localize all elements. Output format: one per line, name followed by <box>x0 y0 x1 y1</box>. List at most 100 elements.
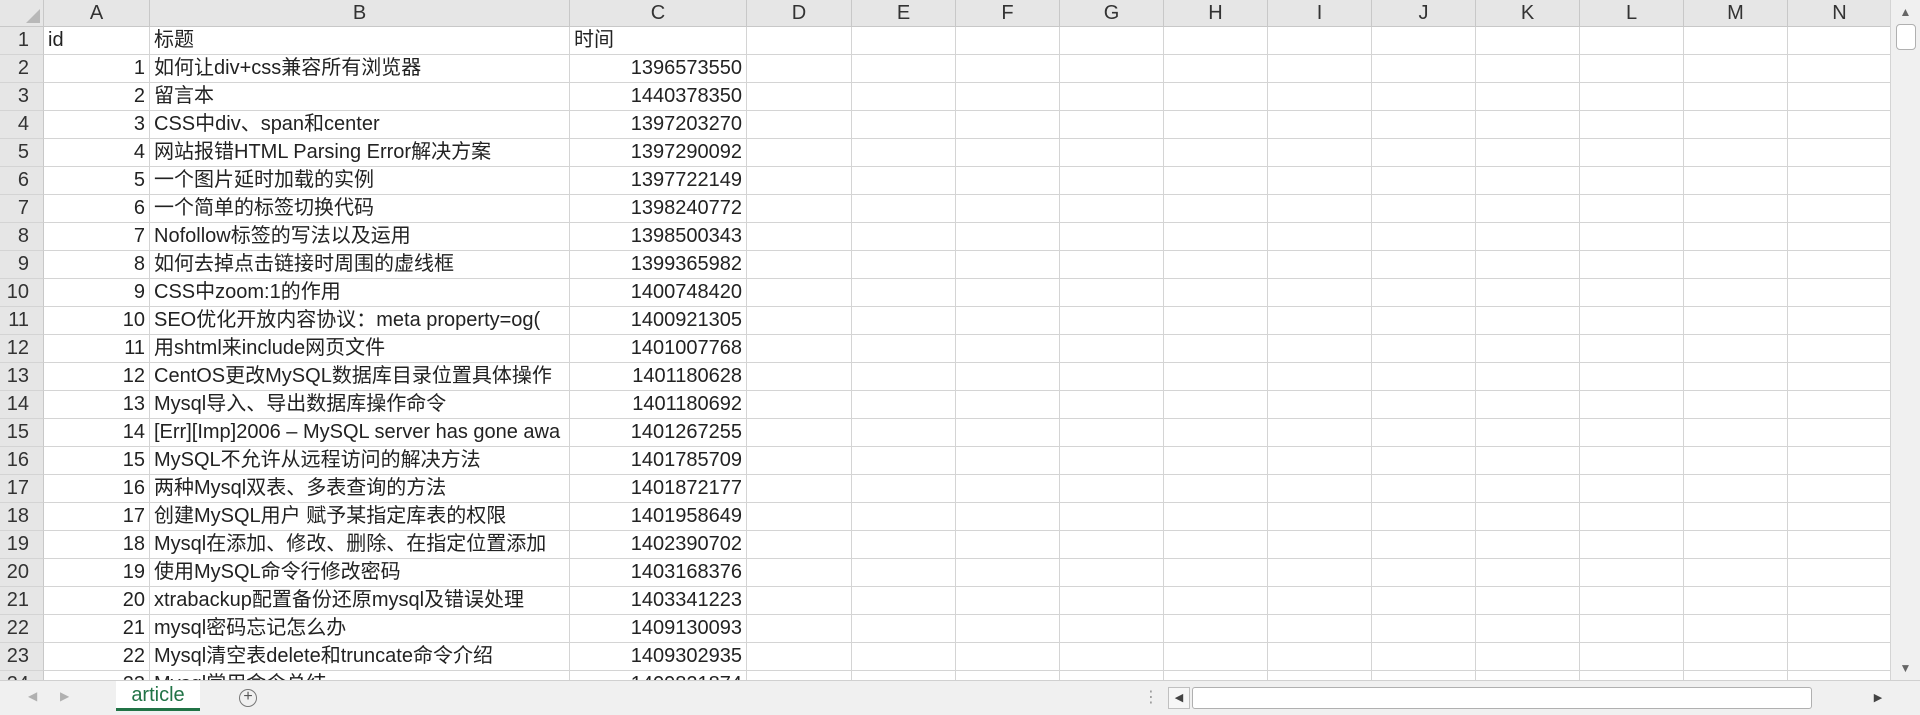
row-header[interactable]: 6 <box>0 167 44 195</box>
cell[interactable] <box>956 643 1060 671</box>
cell[interactable] <box>1060 587 1164 615</box>
cell[interactable] <box>1684 223 1788 251</box>
cell[interactable] <box>1060 83 1164 111</box>
cell-title[interactable]: 两种Mysql双表、多表查询的方法 <box>150 475 570 503</box>
cell[interactable] <box>1580 83 1684 111</box>
cell[interactable] <box>956 27 1060 55</box>
cell-title[interactable]: 留言本 <box>150 83 570 111</box>
cell[interactable] <box>1372 139 1476 167</box>
row-header[interactable]: 11 <box>0 307 44 335</box>
cell[interactable] <box>1372 447 1476 475</box>
cell-title[interactable]: mysql密码忘记怎么办 <box>150 615 570 643</box>
cell-time[interactable]: 1397722149 <box>570 167 747 195</box>
cell-title[interactable]: Mysql导入、导出数据库操作命令 <box>150 391 570 419</box>
cell[interactable] <box>1788 251 1890 279</box>
cell-time[interactable]: 1409130093 <box>570 615 747 643</box>
cell-time[interactable]: 1402390702 <box>570 531 747 559</box>
cell[interactable] <box>1372 111 1476 139</box>
cell[interactable] <box>852 335 956 363</box>
cell[interactable] <box>747 363 852 391</box>
cell[interactable] <box>1372 671 1476 680</box>
cell[interactable] <box>852 531 956 559</box>
cell-title[interactable]: Mysql清空表delete和truncate命令介绍 <box>150 643 570 671</box>
cell[interactable] <box>1164 83 1268 111</box>
cell-title[interactable]: MySQL不允许从远程访问的解决方法 <box>150 447 570 475</box>
cell[interactable] <box>1164 391 1268 419</box>
cell[interactable] <box>956 671 1060 680</box>
cell[interactable] <box>852 447 956 475</box>
column-header-c[interactable]: C <box>570 0 747 27</box>
row-header[interactable]: 23 <box>0 643 44 671</box>
cell[interactable] <box>1060 111 1164 139</box>
cell-id[interactable]: 20 <box>44 587 150 615</box>
cell-title[interactable]: CSS中zoom:1的作用 <box>150 279 570 307</box>
cell[interactable] <box>1268 447 1372 475</box>
cell-time[interactable]: 1409302935 <box>570 643 747 671</box>
cell[interactable] <box>1684 419 1788 447</box>
cell-id[interactable]: 16 <box>44 475 150 503</box>
cell[interactable] <box>1580 419 1684 447</box>
cell[interactable] <box>1580 503 1684 531</box>
cell[interactable] <box>1684 363 1788 391</box>
cell[interactable] <box>852 251 956 279</box>
cell-time[interactable]: 1397290092 <box>570 139 747 167</box>
cell-id[interactable]: 22 <box>44 643 150 671</box>
cell[interactable] <box>1580 671 1684 680</box>
cell-id[interactable]: 21 <box>44 615 150 643</box>
column-header-l[interactable]: L <box>1580 0 1684 27</box>
cell[interactable] <box>1476 643 1580 671</box>
cell[interactable] <box>852 503 956 531</box>
cell[interactable] <box>1580 531 1684 559</box>
cell[interactable] <box>1268 55 1372 83</box>
cell[interactable] <box>956 615 1060 643</box>
cell[interactable] <box>1372 335 1476 363</box>
cell[interactable] <box>1788 195 1890 223</box>
cell-id[interactable]: 9 <box>44 279 150 307</box>
cell-title[interactable]: Nofollow标签的写法以及运用 <box>150 223 570 251</box>
cell[interactable] <box>1684 671 1788 680</box>
cell-time[interactable]: 1396573550 <box>570 55 747 83</box>
cell[interactable] <box>747 55 852 83</box>
row-header[interactable]: 7 <box>0 195 44 223</box>
column-header-h[interactable]: H <box>1164 0 1268 27</box>
select-all-corner[interactable] <box>0 0 44 27</box>
cell[interactable] <box>1580 615 1684 643</box>
cell-id[interactable]: 5 <box>44 167 150 195</box>
cell[interactable] <box>1268 223 1372 251</box>
cell[interactable] <box>1060 27 1164 55</box>
cell[interactable] <box>956 559 1060 587</box>
cell[interactable] <box>1788 587 1890 615</box>
cell[interactable] <box>1268 111 1372 139</box>
cell[interactable] <box>852 27 956 55</box>
cell[interactable] <box>1684 167 1788 195</box>
cell[interactable] <box>1580 223 1684 251</box>
cell[interactable] <box>1476 167 1580 195</box>
cell-id[interactable]: 4 <box>44 139 150 167</box>
row-header[interactable]: 18 <box>0 503 44 531</box>
column-header-i[interactable]: I <box>1268 0 1372 27</box>
cell[interactable] <box>956 531 1060 559</box>
cell[interactable] <box>1476 251 1580 279</box>
cell-time[interactable]: 1401958649 <box>570 503 747 531</box>
cell[interactable] <box>1060 55 1164 83</box>
row-header[interactable]: 16 <box>0 447 44 475</box>
cell[interactable] <box>1164 643 1268 671</box>
cell[interactable] <box>1164 55 1268 83</box>
row-header[interactable]: 12 <box>0 335 44 363</box>
cell[interactable] <box>1684 27 1788 55</box>
cell[interactable] <box>1580 643 1684 671</box>
cell[interactable] <box>1060 279 1164 307</box>
cell[interactable] <box>1268 643 1372 671</box>
cell[interactable] <box>747 615 852 643</box>
cell[interactable] <box>1476 27 1580 55</box>
cell[interactable] <box>1788 475 1890 503</box>
cell[interactable] <box>747 531 852 559</box>
cell[interactable] <box>956 503 1060 531</box>
cell[interactable] <box>1476 279 1580 307</box>
cell[interactable] <box>1372 391 1476 419</box>
cell-time[interactable]: 1440378350 <box>570 83 747 111</box>
cell[interactable] <box>747 447 852 475</box>
cell[interactable] <box>1684 475 1788 503</box>
cell[interactable] <box>1476 223 1580 251</box>
cell[interactable] <box>1268 503 1372 531</box>
